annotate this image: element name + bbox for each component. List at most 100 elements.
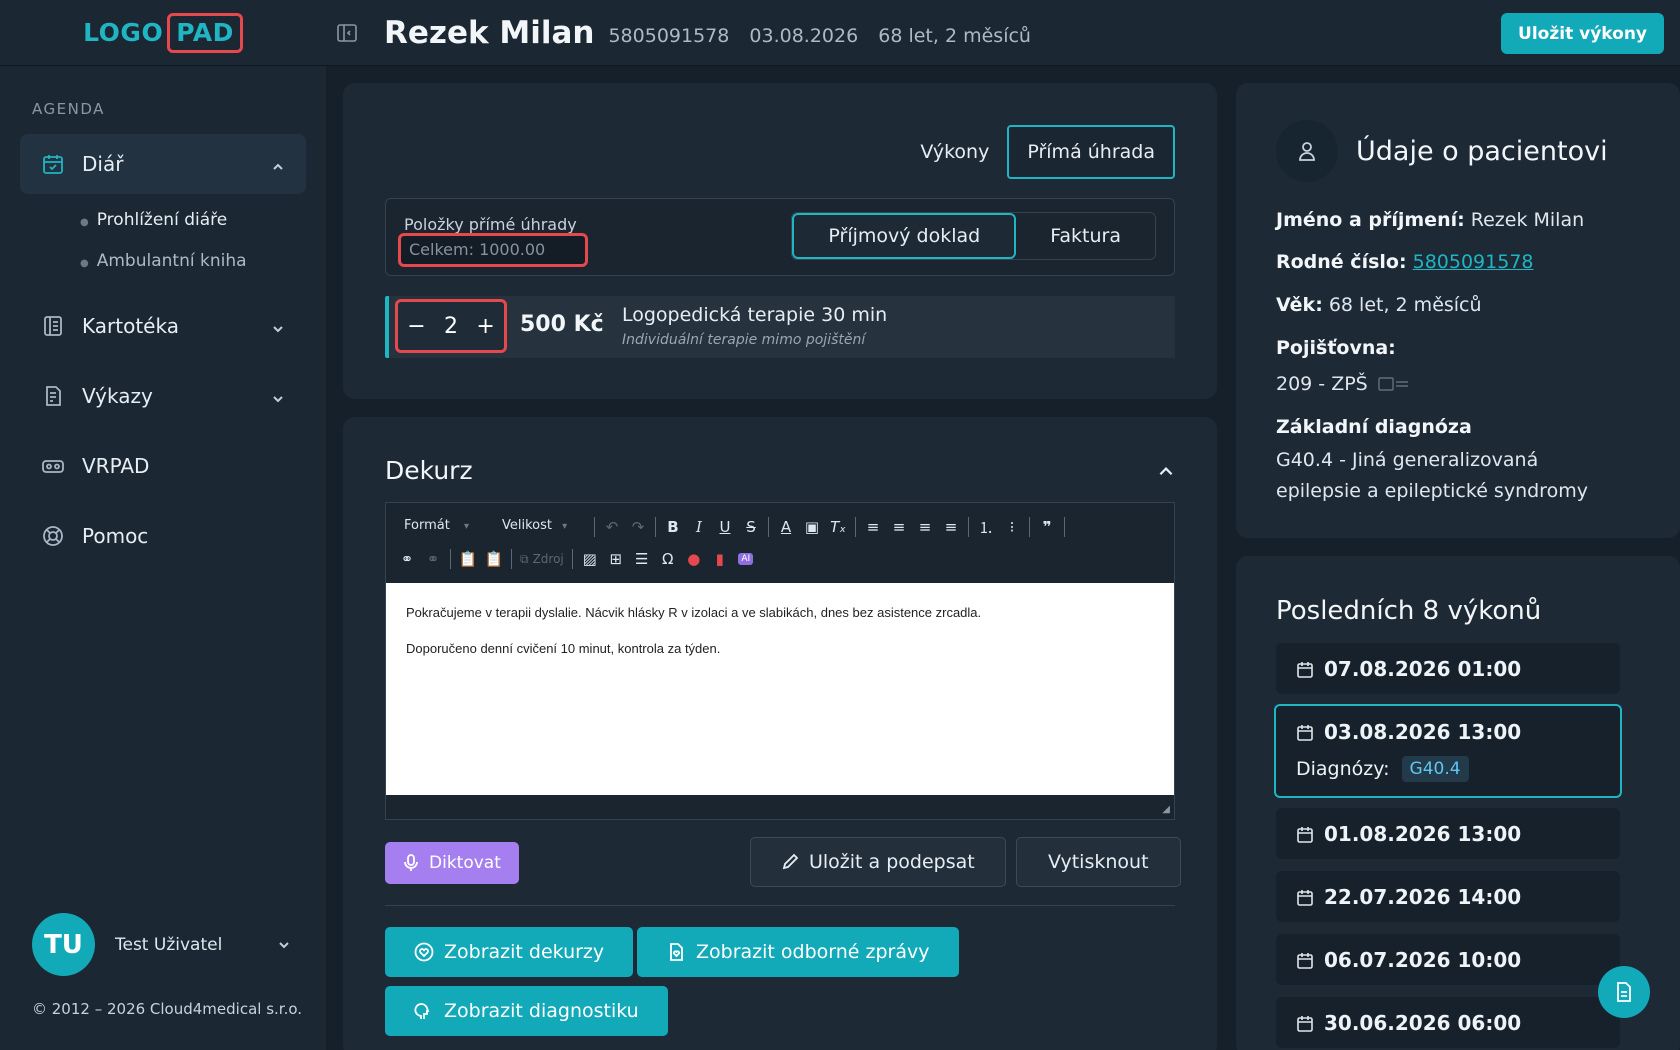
service-item[interactable]: 06.07.2026 10:00 <box>1276 934 1620 985</box>
table-icon[interactable]: ⊞ <box>603 546 629 572</box>
total-field: Celkem: 1000.00 <box>398 233 588 267</box>
calendar-check-icon <box>40 151 66 177</box>
tab-faktura[interactable]: Faktura <box>1016 213 1155 259</box>
sidebar-item-diar[interactable]: Diář <box>20 134 306 194</box>
cards-icon <box>40 313 66 339</box>
document-type-tabs: Příjmový doklad Faktura <box>791 212 1156 260</box>
print-button[interactable]: Vytisknout <box>1016 837 1181 887</box>
text-color-icon[interactable]: A <box>773 514 799 540</box>
show-reports-button[interactable]: Zobrazit odborné zprávy <box>637 927 959 977</box>
last-services-title: Posledních 8 výkonů <box>1276 596 1542 626</box>
sidebar-item-label: Diář <box>82 152 124 176</box>
item-subtitle: Individuální terapie mimo pojištění <box>622 332 866 348</box>
user-menu[interactable]: TU Test Uživatel <box>32 913 292 976</box>
dekurz-paragraph: Doporučeno denní cvičení 10 minut, kontr… <box>406 641 721 656</box>
document-heart-icon <box>666 942 686 962</box>
template-icon[interactable]: ▮ <box>707 546 733 572</box>
decrement-button[interactable]: − <box>407 314 425 339</box>
increment-button[interactable]: + <box>476 314 494 339</box>
tab-vykony[interactable]: Výkony <box>902 125 1007 179</box>
visit-date: 03.08.2026 <box>749 24 859 47</box>
service-item[interactable]: 30.06.2026 06:00 <box>1276 997 1620 1048</box>
special-char-icon[interactable]: Ω <box>655 546 681 572</box>
editor-resize-handle[interactable]: ◢ <box>386 795 1174 819</box>
underline-icon[interactable]: U <box>712 514 738 540</box>
document-fab-button[interactable] <box>1598 966 1650 1018</box>
sidebar-toggle-icon[interactable] <box>336 22 358 44</box>
direct-payment-items: Položky přímé úhrady Celkem: 1000.00 Pří… <box>385 198 1175 276</box>
strikethrough-icon[interactable]: S <box>738 514 764 540</box>
sidebar-item-vykazy[interactable]: Výkazy <box>20 366 306 426</box>
service-tabs: Výkony Přímá úhrada <box>902 125 1175 179</box>
align-left-icon[interactable]: ≡ <box>860 514 886 540</box>
show-diagnostics-button[interactable]: Zobrazit diagnostiku <box>385 986 668 1036</box>
chevron-up-icon[interactable] <box>1157 463 1175 481</box>
size-select[interactable]: Velikost ▾ <box>492 514 582 540</box>
tab-prijmovy-doklad[interactable]: Příjmový doklad <box>792 213 1017 259</box>
service-item[interactable]: 01.08.2026 13:00 <box>1276 808 1620 859</box>
align-justify-icon[interactable]: ≡ <box>938 514 964 540</box>
link-icon[interactable]: ⚭ <box>394 546 420 572</box>
chevron-down-icon <box>270 388 286 404</box>
clear-format-icon[interactable]: Tₓ <box>825 514 851 540</box>
sidebar-item-kartoteka[interactable]: Kartotéka <box>20 296 306 356</box>
logo[interactable]: LOGO PAD <box>0 0 326 66</box>
italic-icon[interactable]: I <box>686 514 712 540</box>
tab-prima-uhrada[interactable]: Přímá úhrada <box>1007 125 1175 179</box>
paste-word-icon[interactable]: 📋 <box>481 546 507 572</box>
service-item-selected[interactable]: 03.08.2026 13:00 Diagnózy: G40.4 <box>1274 704 1622 798</box>
sidebar-item-label: Pomoc <box>82 524 149 548</box>
service-item[interactable]: 07.08.2026 01:00 <box>1276 643 1620 694</box>
image-icon[interactable]: ▨ <box>577 546 603 572</box>
show-dekurzy-button[interactable]: Zobrazit dekurzy <box>385 927 634 977</box>
horizontal-rule-icon[interactable]: ☰ <box>629 546 655 572</box>
paste-text-icon[interactable]: 📋 <box>455 546 481 572</box>
copyright: © 2012 – 2026 Cloud4medical s.r.o. <box>32 1000 303 1018</box>
format-select[interactable]: Formát ▾ <box>394 514 484 540</box>
blockquote-icon[interactable]: ❞ <box>1034 514 1060 540</box>
service-item[interactable]: 22.07.2026 14:00 <box>1276 871 1620 922</box>
chevron-up-icon <box>270 156 286 172</box>
dictate-button[interactable]: Diktovat <box>385 842 519 884</box>
lifebuoy-icon <box>40 523 66 549</box>
item-name: Logopedická terapie 30 min <box>622 304 888 326</box>
user-name: Test Uživatel <box>115 934 223 955</box>
patient-meta: 5805091578 03.08.2026 68 let, 2 měsíců <box>608 25 1045 47</box>
save-and-sign-button[interactable]: Uložit a podepsat <box>750 837 1006 887</box>
undo-icon[interactable]: ↶ <box>599 514 625 540</box>
align-center-icon[interactable]: ≡ <box>886 514 912 540</box>
rich-text-editor: Formát ▾ Velikost ▾ ↶ ↷ B I U S A ▣ Tₓ ≡… <box>385 502 1175 820</box>
redo-icon[interactable]: ↷ <box>625 514 651 540</box>
calendar-icon <box>1296 951 1314 969</box>
bullet-list-icon[interactable]: ⁝ <box>999 514 1025 540</box>
numbered-list-icon[interactable]: ⒈ <box>973 514 999 540</box>
editor-content[interactable]: Pokračujeme v terapii dyslalie. Nácvik h… <box>386 583 1174 795</box>
ai-icon[interactable]: AI <box>733 546 759 572</box>
bold-icon[interactable]: B <box>660 514 686 540</box>
birth-number-link[interactable]: 5805091578 <box>1413 251 1534 273</box>
microphone-icon <box>403 854 419 872</box>
head-profile-icon <box>414 1001 434 1021</box>
sidebar-item-pomoc[interactable]: Pomoc <box>20 506 306 566</box>
logo-text-logo: LOGO <box>83 18 164 47</box>
divider <box>385 905 1175 906</box>
align-right-icon[interactable]: ≡ <box>912 514 938 540</box>
items-title: Položky přímé úhrady <box>404 215 577 234</box>
sidebar-subitem-prohlizeni[interactable]: ● Prohlížení diáře <box>80 200 306 241</box>
dekurz-paragraph: Pokračujeme v terapii dyslalie. Nácvik h… <box>406 605 982 620</box>
insurance-label: Pojišťovna: <box>1276 337 1396 359</box>
source-icon[interactable]: ⧉ Zdroj <box>516 546 568 572</box>
quantity-value: 2 <box>444 313 458 339</box>
sidebar-item-vrpad[interactable]: VRPAD <box>20 436 306 496</box>
user-icon <box>1276 120 1338 182</box>
diagnosis-line-1: G40.4 - Jiná generalizovaná <box>1276 449 1539 471</box>
unlink-icon[interactable]: ⚭ <box>420 546 446 572</box>
background-color-icon[interactable]: ▣ <box>799 514 825 540</box>
birth-number: 5805091578 <box>608 24 730 47</box>
comment-icon[interactable]: ● <box>681 546 707 572</box>
sidebar-subitem-ambulantni-kniha[interactable]: ● Ambulantní kniha <box>80 241 306 282</box>
save-services-button[interactable]: Uložit výkony <box>1501 13 1664 54</box>
sidebar-item-label: VRPAD <box>82 454 150 478</box>
patient-info-card: Údaje o pacientovi Jméno a příjmení: Rez… <box>1236 83 1680 538</box>
calendar-icon <box>1296 825 1314 843</box>
